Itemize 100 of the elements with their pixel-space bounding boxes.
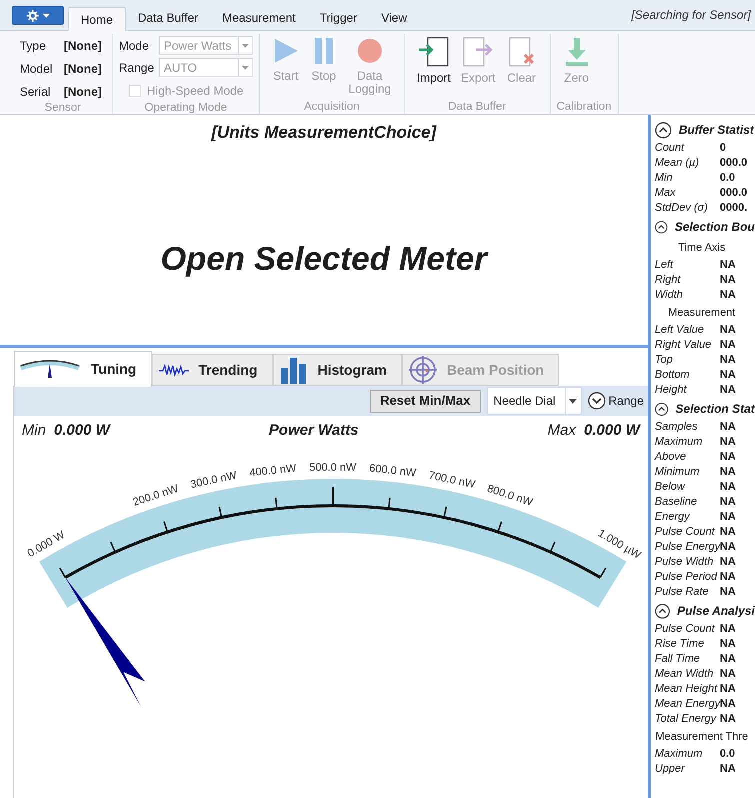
section-header[interactable]: Buffer Statist [655,119,755,141]
gear-icon [26,10,38,22]
stat-label: Width [655,288,684,304]
stat-value: NA [720,368,736,384]
stat-value: NA [720,338,736,354]
stat-value: NA [720,323,736,338]
stat-label: Rise Time [655,637,706,652]
stat-value: NA [720,555,736,570]
stat-label: Maximum [655,747,704,762]
stat-value: NA [720,652,736,668]
stat-value: NA [720,697,736,712]
field-value: [None] [64,61,102,78]
stat-label: Left Value [655,323,706,338]
stat-label: Fall Time [655,652,702,668]
stat-value: NA [720,353,736,368]
stat-label: Mean Width [655,667,715,682]
section-header[interactable]: Selection Bou [655,216,755,238]
stat-value: NA [720,637,736,652]
subheader: Measurement [668,306,736,321]
meter-title: [Units MeasurementChoice] [212,122,436,144]
play-icon [272,37,300,65]
stat-label: Mean (µ) [655,156,700,172]
status-text: [Searching for Sensor] [632,7,751,24]
stat-value: NA [720,495,736,510]
tick-label: 0.000 W [26,529,68,560]
tick-label: 600.0 nW [368,462,417,480]
min-label: Min [22,420,46,441]
display-tab[interactable]: Tuning [14,351,152,387]
stat-value: NA [720,762,736,778]
display-tab[interactable]: Histogram [272,354,402,386]
ribbon-tab[interactable]: View [369,6,420,30]
reset-min-max-button[interactable]: Reset Min/Max [370,390,481,412]
stat-label: Left [655,258,675,274]
stat-label: Maximum [655,435,704,450]
stat-value: 0000. [720,201,748,216]
stat-value: NA [720,682,736,698]
stat-value: NA [720,570,736,586]
stat-label: Upper [655,762,686,778]
field-label: Type [20,38,48,55]
subheader: Measurement Thre [656,730,748,745]
tick-mark [550,542,556,553]
stat-value: NA [720,465,736,480]
stat-value: NA [720,585,736,600]
display-tab[interactable]: Trending [152,354,273,386]
stat-label: Pulse Count [655,525,716,540]
tick-mark [498,522,502,532]
tick-label: 800.0 nW [486,483,534,510]
import-document-icon [418,37,450,67]
section-header[interactable]: Pulse Analysi [655,600,755,622]
stat-label: Below [655,480,686,496]
stat-value: NA [720,525,736,540]
stat-value: 0.0 [720,171,736,186]
stat-label: Top [655,353,674,368]
stat-label: Count [655,141,686,156]
stat-label: Above [655,450,688,466]
group-label: Operating Mode [144,101,228,115]
stat-label: Samples [655,420,699,436]
min-value: 0.000 W [54,420,110,441]
ribbon-tab[interactable]: Home [68,7,126,31]
stat-label: Total Energy [655,712,718,728]
tick-label: 700.0 nW [428,470,476,492]
group-label: Acquisition [303,100,361,114]
bar-chart-icon [280,356,308,384]
stat-label: Min [655,171,674,186]
tick-label: 200.0 nW [132,483,180,510]
field-value: [None] [64,84,102,101]
stat-label: Pulse Count [655,622,716,638]
subheader: Time Axis [678,240,726,256]
stat-label: Height [655,383,688,398]
stat-label: StdDev (σ) [655,201,710,216]
stat-value: NA [720,435,736,450]
import-button[interactable]: Import [415,37,454,99]
stat-value: NA [720,622,736,638]
stat-value: NA [720,510,736,526]
field-label: Model [20,61,54,78]
stat-label: Pulse Period [655,570,719,586]
crosshair-icon [408,356,437,384]
ribbon-tab[interactable]: Trigger [308,6,370,30]
range-toggle[interactable]: Range [588,392,644,410]
stat-value: NA [720,273,736,288]
caret-icon [242,44,249,48]
tick-mark [59,568,66,578]
stat-label: Minimum [655,465,701,480]
stat-label: Energy [655,510,692,526]
ribbon-tab[interactable]: Data Buffer [126,6,210,30]
field-label: Serial [20,84,52,101]
stat-value: 000.0 [720,156,748,172]
stat-label: Right [655,273,682,288]
ribbon-tab[interactable]: Measurement [210,6,308,30]
stat-value: NA [720,288,736,304]
tick-mark [444,506,448,518]
group-label: Sensor [44,101,82,115]
app-menu-button[interactable] [12,6,64,25]
stat-value: NA [720,383,736,398]
display-dropdown[interactable]: Needle Dial [486,387,582,415]
group-label: Data Buffer [447,100,508,114]
record-icon [356,37,384,65]
field-value: [None] [64,38,102,55]
stat-value: NA [720,540,736,556]
stat-value: 000.0 [720,186,748,202]
